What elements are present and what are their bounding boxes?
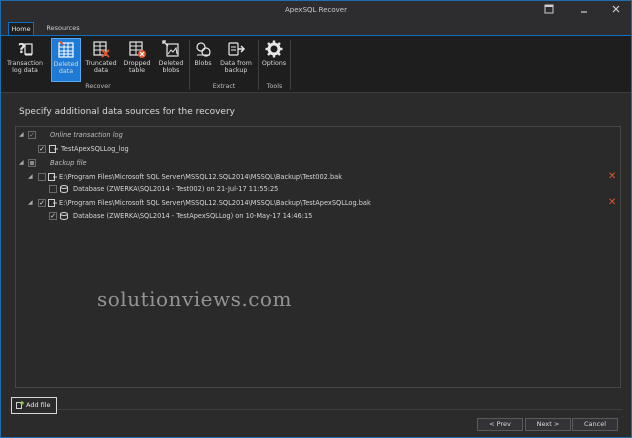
log-file-checkbox[interactable]: ✓ [38, 145, 46, 153]
group-label-extract: Extract [212, 83, 236, 90]
prev-button[interactable]: < Prev [477, 418, 523, 431]
log-file-icon [49, 145, 58, 153]
backup-checkbox[interactable] [28, 159, 36, 167]
database-icon [60, 212, 68, 220]
deleted-blobs-label-1: Deleted [158, 60, 184, 67]
footer-divider [9, 409, 623, 410]
tree-node-database[interactable]: ✓ Database (ZWERKA\SQL2014 - TestApexSQL… [16, 210, 606, 222]
remove-file-icon[interactable]: ✕ [608, 172, 618, 182]
data-from-backup-label-1: Data from [220, 60, 252, 67]
remove-file-icon[interactable]: ✕ [608, 198, 618, 208]
options-label: Options [261, 60, 287, 67]
backup-file-checkbox[interactable]: ✓ [38, 199, 46, 207]
truncated-data-label-1: Truncated [85, 60, 117, 67]
backup-label: Backup file [50, 159, 87, 167]
data-from-backup-button[interactable]: Data from backup [217, 38, 255, 82]
app-window: ApexSQL Recover Home Resources ? Transac… [0, 0, 632, 438]
next-button[interactable]: Next > [525, 418, 571, 431]
deleted-data-button[interactable]: Deleted data [51, 38, 81, 82]
dropped-table-label-1: Dropped [123, 60, 151, 67]
dropped-table-button[interactable]: Dropped table [121, 38, 153, 82]
backup-file-icon [48, 173, 57, 181]
watermark: solutionviews.com [97, 287, 292, 311]
blobs-label: Blobs [194, 60, 212, 67]
collapse-arrow-icon[interactable]: ◢ [28, 171, 34, 183]
database-checkbox[interactable] [49, 185, 57, 193]
backup-file-path: E:\Program Files\Microsoft SQL Server\MS… [59, 199, 371, 207]
tree-node-backup[interactable]: ◢ Backup file [16, 157, 616, 169]
page-heading: Specify additional data sources for the … [19, 107, 235, 117]
cancel-button[interactable]: Cancel [572, 418, 618, 431]
dropped-table-icon [129, 41, 146, 58]
ribbon-tabs: Home Resources [1, 21, 631, 35]
ribbon: ? Transaction log data Deleted data Trun… [1, 35, 631, 93]
transaction-log-label-1: Transaction [7, 60, 44, 67]
tree-node-log-file[interactable]: ✓ TestApexSQLLog_log [16, 143, 616, 155]
transaction-log-label-2: log data [12, 67, 38, 74]
group-label-tools: Tools [266, 83, 283, 90]
group-separator [290, 40, 291, 90]
tab-resources[interactable]: Resources [42, 22, 84, 35]
database-icon [60, 185, 68, 193]
tree-node-database[interactable]: Database (ZWERKA\SQL2014 - Test002) on 2… [16, 183, 606, 195]
collapse-arrow-icon[interactable]: ◢ [19, 157, 25, 169]
blobs-button[interactable]: Blobs [192, 38, 214, 82]
online-log-label: Online transaction log [50, 131, 123, 139]
tree-node-backup-file[interactable]: ◢ E:\Program Files\Microsoft SQL Server\… [16, 171, 606, 183]
add-file-icon [16, 401, 24, 409]
blobs-icon [196, 42, 211, 57]
online-log-checkbox[interactable]: ✓ [28, 131, 36, 139]
backup-file-checkbox[interactable] [38, 173, 46, 181]
log-file-label: TestApexSQLLog_log [61, 145, 129, 153]
backup-file-icon [48, 199, 57, 207]
data-from-backup-label-2: backup [224, 67, 248, 74]
tree-node-backup-file[interactable]: ◢ ✓ E:\Program Files\Microsoft SQL Serve… [16, 197, 606, 209]
add-file-button[interactable]: Add file [11, 397, 57, 414]
deleted-table-icon [58, 40, 74, 58]
data-source-tree: ◢ ✓ Online transaction log ✓ TestApexSQL… [15, 126, 621, 388]
restore-icon[interactable] [542, 4, 556, 16]
transaction-log-icon: ? [18, 42, 33, 57]
truncated-table-icon [93, 41, 110, 58]
gear-icon [265, 40, 283, 58]
database-checkbox[interactable]: ✓ [49, 212, 57, 220]
deleted-data-label-1: Deleted [53, 61, 79, 68]
collapse-arrow-icon[interactable]: ◢ [19, 129, 25, 141]
close-icon[interactable] [609, 4, 623, 16]
tree-node-online-log[interactable]: ◢ ✓ Online transaction log [16, 129, 616, 141]
dropped-table-label-2: table [129, 67, 145, 74]
deleted-blobs-button[interactable]: Deleted blobs [156, 38, 186, 82]
collapse-arrow-icon[interactable]: ◢ [28, 197, 34, 209]
deleted-blobs-icon [162, 40, 179, 57]
data-from-backup-icon [228, 42, 246, 56]
group-label-recover: Recover [85, 83, 111, 90]
truncated-data-button[interactable]: Truncated data [85, 38, 117, 82]
transaction-log-data-button[interactable]: ? Transaction log data [7, 38, 43, 82]
truncated-data-label-2: data [93, 67, 109, 74]
tab-home[interactable]: Home [8, 22, 34, 35]
backup-file-path: E:\Program Files\Microsoft SQL Server\MS… [59, 173, 343, 181]
window-title: ApexSQL Recover [285, 6, 347, 14]
minimize-icon[interactable] [577, 4, 591, 16]
deleted-blobs-label-2: blobs [162, 67, 180, 74]
options-button[interactable]: Options [260, 38, 288, 82]
database-label: Database (ZWERKA\SQL2014 - TestApexSQLLo… [73, 212, 313, 220]
title-bar: ApexSQL Recover [1, 1, 631, 21]
deleted-data-label-2: data [58, 68, 74, 75]
add-file-label: Add file [26, 401, 51, 409]
database-label: Database (ZWERKA\SQL2014 - Test002) on 2… [73, 185, 279, 193]
